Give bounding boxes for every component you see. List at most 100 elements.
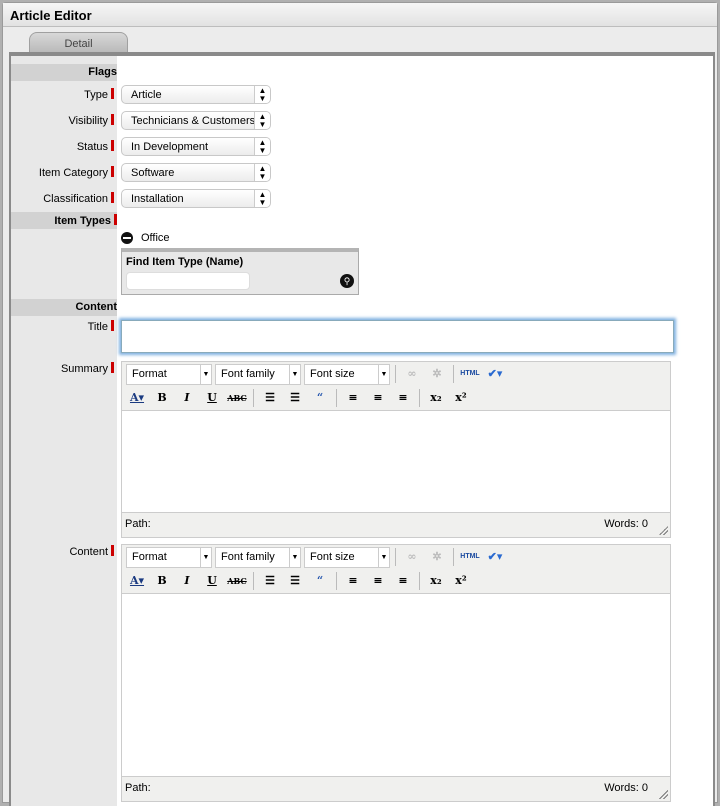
editor-toolbar-row-2: A▾ B I U ABC ☰ ☰ “ ≡ ≡ ≡ x₂ x²	[122, 569, 670, 593]
title-label: Title	[11, 320, 117, 333]
find-item-type-box: Find Item Type (Name) ⚲	[121, 248, 359, 295]
font-family-dropdown[interactable]: Font family ▼	[215, 363, 301, 385]
align-left-icon[interactable]: ≡	[342, 571, 364, 591]
content-label: Content	[11, 545, 117, 558]
separator	[419, 389, 420, 407]
resize-grip-icon[interactable]	[658, 789, 668, 799]
align-center-icon[interactable]: ≡	[367, 571, 389, 591]
editor-toolbar-row-2: A▾ B I U ABC ☰ ☰ “ ≡ ≡ ≡ x₂ x²	[122, 386, 670, 410]
blockquote-icon[interactable]: “	[309, 388, 331, 408]
chevron-down-icon: ▼	[289, 547, 300, 567]
editor-toolbar-row-1: Format ▼ Font family ▼ Font size ▼ ∞ ✲ HTML…	[122, 362, 670, 386]
html-source-button[interactable]: HTML	[459, 547, 481, 567]
bold-icon[interactable]: B	[151, 388, 173, 408]
format-dropdown[interactable]: Format ▼	[126, 363, 212, 385]
updown-arrow-icon: ▲ ▼	[254, 190, 270, 207]
underline-icon[interactable]: U	[201, 571, 223, 591]
separator	[453, 548, 454, 566]
editor-status-bar: Path: Words: 0	[122, 513, 670, 537]
required-marker	[111, 320, 114, 331]
link-icon[interactable]: ∞	[401, 364, 423, 384]
resize-grip-icon[interactable]	[658, 525, 668, 535]
separator	[395, 548, 396, 566]
text-color-icon[interactable]: A▾	[126, 388, 148, 408]
classification-select[interactable]: Installation ▲ ▼	[121, 189, 271, 208]
separator	[336, 572, 337, 590]
bullet-list-icon[interactable]: ☰	[259, 388, 281, 408]
label-text: Summary	[60, 363, 108, 375]
italic-icon[interactable]: I	[176, 388, 198, 408]
superscript-icon[interactable]: x²	[450, 388, 472, 408]
item-category-label: Item Category	[11, 166, 117, 179]
type-select[interactable]: Article ▲ ▼	[121, 85, 271, 104]
underline-icon[interactable]: U	[201, 388, 223, 408]
tab-detail[interactable]: Detail	[29, 32, 128, 53]
visibility-select[interactable]: Technicians & Customers ▲ ▼	[121, 111, 271, 130]
title-input[interactable]	[121, 320, 674, 353]
html-source-button[interactable]: HTML	[459, 364, 481, 384]
superscript-icon[interactable]: x²	[450, 571, 472, 591]
status-select[interactable]: In Development ▲ ▼	[121, 137, 271, 156]
window-title: Article Editor	[3, 3, 717, 27]
content-editor: Format ▼ Font family ▼ Font size ▼ ∞ ✲ HTML…	[121, 544, 671, 802]
search-icon[interactable]: ⚲	[340, 274, 354, 288]
align-left-icon[interactable]: ≡	[342, 388, 364, 408]
font-family-dropdown[interactable]: Font family ▼	[215, 546, 301, 568]
bullet-list-icon[interactable]: ☰	[259, 571, 281, 591]
required-marker	[111, 362, 114, 373]
summary-text-area[interactable]	[122, 410, 670, 513]
dropdown-label: Font family	[221, 550, 275, 563]
unlink-icon[interactable]: ✲	[426, 547, 448, 567]
find-item-type-input[interactable]	[126, 272, 250, 290]
separator	[253, 572, 254, 590]
link-icon[interactable]: ∞	[401, 547, 423, 567]
section-flags: Flags	[11, 64, 117, 81]
italic-icon[interactable]: I	[176, 571, 198, 591]
strikethrough-icon[interactable]: ABC	[226, 571, 248, 591]
status-label: Status	[11, 140, 117, 153]
article-editor-window: Article Editor Detail Flags Type Article…	[2, 2, 718, 806]
updown-arrow-icon: ▲ ▼	[254, 112, 270, 129]
blockquote-icon[interactable]: “	[309, 571, 331, 591]
word-count: Words: 0	[604, 782, 648, 794]
label-text: Classification	[43, 193, 108, 205]
dropdown-label: Format	[132, 367, 167, 380]
select-value: Installation	[131, 193, 184, 205]
subscript-icon[interactable]: x₂	[425, 388, 447, 408]
remove-icon[interactable]	[121, 232, 133, 244]
visibility-label: Visibility	[11, 114, 117, 127]
label-text: Status	[76, 141, 108, 153]
dropdown-label: Font size	[310, 367, 355, 380]
font-size-dropdown[interactable]: Font size ▼	[304, 363, 390, 385]
subscript-icon[interactable]: x₂	[425, 571, 447, 591]
item-category-select[interactable]: Software ▲ ▼	[121, 163, 271, 182]
updown-arrow-icon: ▲ ▼	[254, 164, 270, 181]
dropdown-label: Font family	[221, 367, 275, 380]
numbered-list-icon[interactable]: ☰	[284, 571, 306, 591]
label-text: Content	[69, 546, 108, 558]
separator	[453, 365, 454, 383]
chevron-down-icon: ▼	[289, 364, 300, 384]
chevron-down-icon: ▼	[378, 364, 389, 384]
summary-label: Summary	[11, 362, 117, 375]
section-label: Flags	[88, 66, 117, 78]
format-dropdown[interactable]: Format ▼	[126, 546, 212, 568]
summary-editor: Format ▼ Font family ▼ Font size ▼ ∞ ✲ HTML…	[121, 361, 671, 538]
align-right-icon[interactable]: ≡	[392, 388, 414, 408]
select-value: Software	[131, 167, 175, 179]
spellcheck-icon[interactable]: ✔▾	[484, 364, 506, 384]
bold-icon[interactable]: B	[151, 571, 173, 591]
content-text-area[interactable]	[122, 593, 670, 777]
font-size-dropdown[interactable]: Font size ▼	[304, 546, 390, 568]
align-right-icon[interactable]: ≡	[392, 571, 414, 591]
label-text: Title	[87, 321, 108, 333]
item-type-entry: Office	[121, 232, 170, 244]
strikethrough-icon[interactable]: ABC	[226, 388, 248, 408]
path-label: Path:	[125, 518, 151, 530]
text-color-icon[interactable]: A▾	[126, 571, 148, 591]
chevron-down-icon: ▼	[378, 547, 389, 567]
spellcheck-icon[interactable]: ✔▾	[484, 547, 506, 567]
numbered-list-icon[interactable]: ☰	[284, 388, 306, 408]
align-center-icon[interactable]: ≡	[367, 388, 389, 408]
unlink-icon[interactable]: ✲	[426, 364, 448, 384]
